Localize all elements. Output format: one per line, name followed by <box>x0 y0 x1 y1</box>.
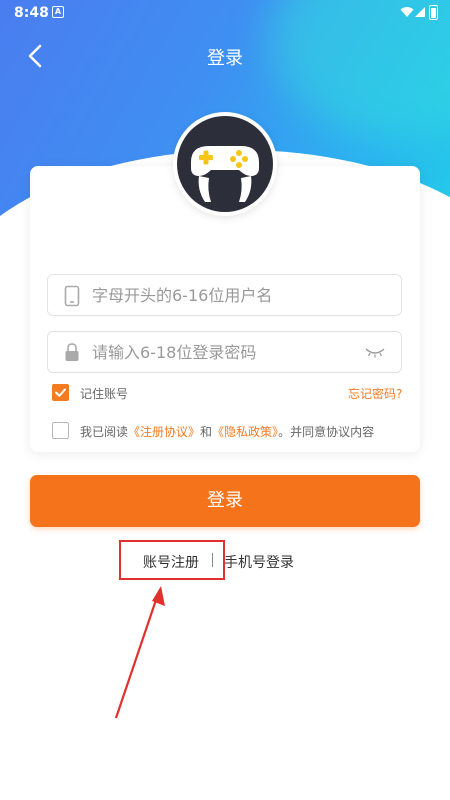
notification-icon: A <box>52 6 64 18</box>
remember-label: 记住账号 <box>80 387 129 401</box>
phone-login-link[interactable]: 手机号登录 <box>224 552 294 572</box>
agreement-checkbox[interactable] <box>52 422 69 439</box>
status-time: 8:48 <box>14 5 49 21</box>
status-bar: 8:48 A <box>0 0 450 26</box>
privacy-link[interactable]: 《隐私政策》 <box>212 425 278 439</box>
gamepad-icon <box>191 146 259 202</box>
bottom-links: 账号注册 手机号登录 <box>0 550 450 574</box>
forgot-password-link[interactable]: 忘记密码? <box>348 385 402 402</box>
remember-checkbox[interactable] <box>52 384 69 401</box>
annotation-highlight-box <box>119 540 225 580</box>
phone-icon <box>64 285 80 307</box>
password-field[interactable] <box>47 331 402 373</box>
eye-closed-icon[interactable] <box>365 346 385 358</box>
agreement-suffix: 。并同意协议内容 <box>278 425 375 439</box>
agreement-and: 和 <box>200 425 213 439</box>
username-field[interactable] <box>47 274 402 316</box>
username-input[interactable] <box>92 275 362 315</box>
lock-icon <box>65 343 79 361</box>
page-title: 登录 <box>207 48 243 69</box>
password-input[interactable] <box>92 332 362 372</box>
agreement-text: 我已阅读《注册协议》和《隐私政策》。并同意协议内容 <box>80 423 374 440</box>
battery-icon <box>429 5 438 20</box>
wifi-icon <box>400 7 414 17</box>
annotation-arrow-icon <box>114 586 165 719</box>
navigation-bar: 登录 <box>0 34 450 78</box>
signal-icon <box>415 7 425 17</box>
gamepad-logo <box>177 116 273 212</box>
avatar <box>173 112 277 216</box>
login-button[interactable]: 登录 <box>30 475 420 527</box>
checkmark-icon <box>55 388 66 397</box>
agreement-prefix: 我已阅读 <box>80 425 129 439</box>
terms-link[interactable]: 《注册协议》 <box>128 425 200 439</box>
